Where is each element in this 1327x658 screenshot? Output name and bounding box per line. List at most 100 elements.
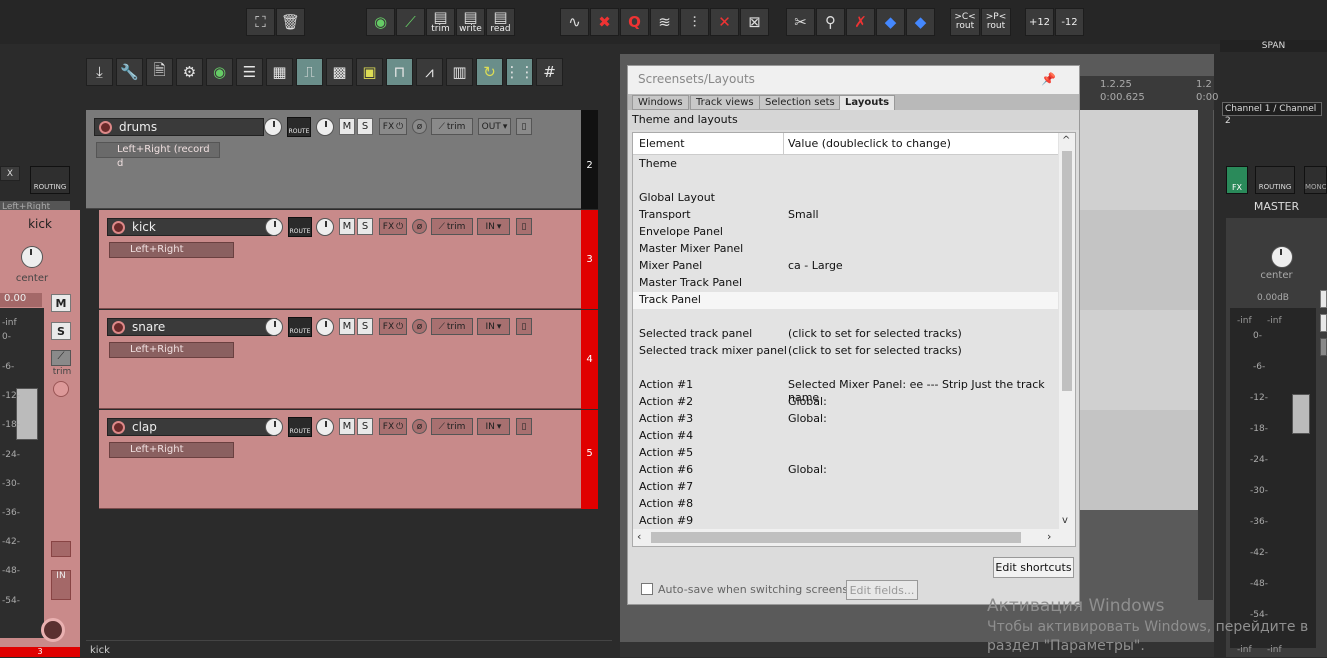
list-item[interactable]: Selected track panel (click to set for se…	[633, 326, 1058, 343]
strip-env-button[interactable]: ⟋	[51, 350, 71, 366]
marker-button[interactable]: ⚲	[816, 8, 845, 36]
pan-knob[interactable]	[21, 246, 43, 268]
folder-button[interactable]: ▯	[516, 218, 532, 235]
route-in-button[interactable]: >C< rout	[950, 8, 980, 36]
input-select[interactable]: Left+Right (record d	[96, 142, 220, 169]
fullscreen-button[interactable]: ⛶	[246, 8, 275, 36]
track-row[interactable]: kick ROUTE M S FX ⏻ ø ⟋ trim IN ▾ ▯ Left+Ri…	[99, 210, 581, 309]
pin-icon[interactable]: 📌	[1041, 66, 1056, 92]
glue-button[interactable]: ◆	[876, 8, 905, 36]
value-cell[interactable]: (click to set for selected tracks)	[788, 344, 962, 357]
value-cell[interactable]: Global:	[788, 395, 827, 408]
track-name[interactable]: drums	[94, 118, 264, 136]
wave-edit-button[interactable]: ≋	[650, 8, 679, 36]
solo-button[interactable]: S	[357, 218, 373, 235]
read-button[interactable]: ▤ read	[486, 8, 515, 36]
list-item[interactable]	[633, 173, 1058, 190]
phase-button[interactable]: ø	[412, 119, 427, 134]
route-button[interactable]: ROUTE	[288, 317, 312, 337]
fx-button[interactable]: FX ⏻	[379, 418, 407, 435]
master-solo-button[interactable]	[1320, 314, 1327, 332]
grid-button[interactable]: #	[536, 58, 563, 86]
minus12-button[interactable]: -12	[1055, 8, 1084, 36]
layout-button[interactable]: ▦	[266, 58, 293, 86]
trim-button[interactable]: ▤ trim	[426, 8, 455, 36]
col-element[interactable]: Element	[639, 137, 685, 150]
master-fx-button[interactable]: FX	[1226, 166, 1248, 194]
solo-button[interactable]: S	[357, 118, 373, 135]
value-cell[interactable]: Global:	[788, 412, 827, 425]
list-item[interactable]: Mixer Panel ca - Large	[633, 258, 1058, 275]
track-view-button[interactable]: ◉	[206, 58, 233, 86]
strip-solo-button[interactable]: S	[51, 322, 71, 340]
io-mode-button[interactable]: OUT ▾	[478, 118, 511, 135]
list-item[interactable]: Track Panel	[633, 292, 1058, 309]
route-button[interactable]: ROUTE	[288, 217, 312, 237]
col-value[interactable]: Value (doubleclick to change)	[788, 137, 951, 150]
route-out-button[interactable]: >P< rout	[981, 8, 1011, 36]
value-cell[interactable]: Global:	[788, 463, 827, 476]
track-name[interactable]: kick	[107, 218, 277, 236]
settings-button[interactable]: 🔧	[116, 58, 143, 86]
route-button[interactable]: ROUTE	[288, 417, 312, 437]
list-item[interactable]: Action #8	[633, 496, 1058, 513]
cut-button[interactable]: ✂	[786, 8, 815, 36]
strip-mute-button[interactable]: M	[51, 294, 71, 312]
list-item[interactable]: Selected track mixer panel (click to set …	[633, 343, 1058, 360]
input-select[interactable]: Left+Right	[109, 442, 234, 458]
chevron-up-icon[interactable]: ^	[1062, 135, 1070, 146]
list-item[interactable]: Transport Small	[633, 207, 1058, 224]
list-item[interactable]	[633, 309, 1058, 326]
strip-folder-button[interactable]	[51, 541, 71, 557]
env-view-button[interactable]: ◉	[366, 8, 395, 36]
pan-knob[interactable]	[316, 218, 334, 236]
quantize-button[interactable]: Q	[620, 8, 649, 36]
fx-button[interactable]: X	[0, 166, 20, 181]
arrange-lane[interactable]	[1080, 210, 1198, 310]
list-item[interactable]: Global Layout	[633, 190, 1058, 207]
record-arm-button[interactable]	[112, 321, 125, 334]
tab-track-views[interactable]: Track views	[690, 95, 760, 110]
scroll-thumb[interactable]	[1062, 151, 1072, 391]
arrange-lane[interactable]	[1080, 310, 1198, 410]
mute-button[interactable]: M	[339, 218, 355, 235]
tab-layouts[interactable]: Layouts	[839, 95, 896, 110]
fx-button[interactable]: FX ⏻	[379, 118, 407, 135]
item-button[interactable]: ▣	[356, 58, 383, 86]
trim-button[interactable]: ⟋ trim	[431, 218, 473, 235]
volume-knob[interactable]	[265, 418, 283, 436]
track-row[interactable]: snare ROUTE M S FX ⏻ ø ⟋ trim IN ▾ ▯ Left+R…	[99, 310, 581, 409]
master-mono-button[interactable]: MONO	[1304, 166, 1327, 194]
master-pan-knob[interactable]	[1271, 246, 1293, 268]
track-name[interactable]: snare	[107, 318, 277, 336]
input-select[interactable]: Left+Right	[109, 242, 234, 258]
master-volume-fader[interactable]	[1292, 394, 1310, 434]
delete-folder-button[interactable]: ✖	[590, 8, 619, 36]
list-item[interactable]: Master Mixer Panel	[633, 241, 1058, 258]
master-mute-button[interactable]	[1320, 290, 1327, 308]
split-button[interactable]: ⊠	[740, 8, 769, 36]
trim-button[interactable]: ⟋ trim	[431, 418, 473, 435]
pan-knob[interactable]	[316, 318, 334, 336]
chevron-down-icon[interactable]: v	[1062, 515, 1068, 526]
phase-button[interactable]: ø	[412, 419, 427, 434]
solo-button[interactable]: S	[357, 418, 373, 435]
pan-knob[interactable]	[316, 118, 334, 136]
record-arm-button[interactable]	[112, 221, 125, 234]
envelope-mode-button[interactable]: ⎍	[296, 58, 323, 86]
route-button[interactable]: ROUTE	[287, 117, 311, 137]
write-button[interactable]: ▤ write	[456, 8, 485, 36]
list-item[interactable]: Action #6 Global:	[633, 462, 1058, 479]
record-arm-button[interactable]	[112, 421, 125, 434]
master-env-button[interactable]	[1320, 338, 1327, 356]
fx-chain-button[interactable]: ⚙	[176, 58, 203, 86]
volume-knob[interactable]	[265, 218, 283, 236]
list-item[interactable]: Master Track Panel	[633, 275, 1058, 292]
grid-lines-button[interactable]: ⋮⋮	[505, 58, 535, 86]
plus12-button[interactable]: +12	[1025, 8, 1054, 36]
list-item[interactable]: Action #1 Selected Mixer Panel: ee --- St…	[633, 377, 1058, 404]
arrange-lane[interactable]	[1080, 410, 1198, 510]
track-row[interactable]: drums ROUTE M S FX ⏻ ø ⟋ trim OUT ▾ ▯ Left+…	[86, 110, 581, 209]
tab-windows[interactable]: Windows	[632, 95, 689, 110]
strip-phase-button[interactable]	[53, 381, 69, 397]
